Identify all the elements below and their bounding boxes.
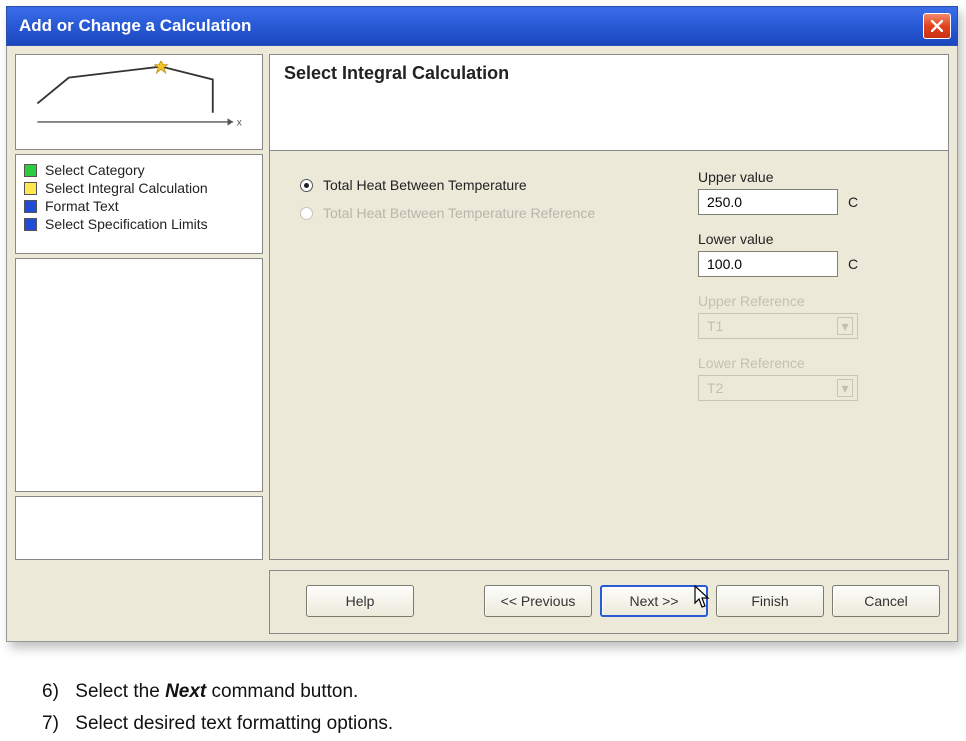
step-label: Format Text	[45, 198, 119, 214]
step-color-icon	[24, 200, 37, 213]
step-color-icon	[24, 164, 37, 177]
step-color-icon	[24, 218, 37, 231]
lower-reference-group: Lower Reference T2 ▾	[698, 355, 918, 401]
upper-value-input[interactable]	[698, 189, 838, 215]
lower-value-group: Lower value C	[698, 231, 918, 277]
step-select-category[interactable]: Select Category	[22, 161, 256, 179]
wizard-sidebar: x Select Category Select Integral	[15, 54, 263, 560]
lower-value-label: Lower value	[698, 231, 918, 247]
unit-label: C	[848, 194, 858, 210]
sidebar-spacer	[15, 258, 263, 492]
step-label: Select Specification Limits	[45, 216, 208, 232]
previous-button[interactable]: << Previous	[484, 585, 592, 617]
dialog-body: x Select Category Select Integral	[6, 46, 958, 642]
radio-label: Total Heat Between Temperature	[323, 177, 527, 193]
close-button[interactable]	[923, 13, 951, 39]
instruction-line: 6) Select the Next command button.	[42, 676, 966, 708]
instruction-number: 6)	[42, 676, 70, 708]
page-heading: Select Integral Calculation	[269, 54, 949, 150]
cancel-button[interactable]: Cancel	[832, 585, 940, 617]
step-spec-limits[interactable]: Select Specification Limits	[22, 215, 256, 233]
finish-button[interactable]: Finish	[716, 585, 824, 617]
wizard-content: Select Integral Calculation Total Heat B…	[269, 54, 949, 560]
instructions: 6) Select the Next command button. 7) Se…	[42, 676, 966, 741]
preview-graph: x	[15, 54, 263, 150]
upper-value-label: Upper value	[698, 169, 918, 185]
svg-text:x: x	[237, 118, 242, 129]
step-label: Select Category	[45, 162, 145, 178]
help-button[interactable]: Help	[306, 585, 414, 617]
titlebar: Add or Change a Calculation	[6, 6, 958, 46]
upper-reference-dropdown: T1 ▾	[698, 313, 858, 339]
page-title: Select Integral Calculation	[284, 63, 509, 83]
sidebar-description	[15, 496, 263, 560]
radio-icon	[300, 179, 313, 192]
dropdown-value: T1	[707, 318, 723, 334]
step-color-icon	[24, 182, 37, 195]
instruction-line: 7) Select desired text formatting option…	[42, 708, 966, 740]
button-bar: Help << Previous Next >> Finish Cancel	[269, 570, 949, 634]
upper-value-group: Upper value C	[698, 169, 918, 215]
value-fields: Upper value C Lower value C	[698, 169, 918, 417]
radio-icon	[300, 207, 313, 220]
upper-reference-label: Upper Reference	[698, 293, 918, 309]
step-format-text[interactable]: Format Text	[22, 197, 256, 215]
dropdown-value: T2	[707, 380, 723, 396]
form-area: Total Heat Between Temperature Total Hea…	[269, 150, 949, 560]
chevron-down-icon: ▾	[837, 317, 853, 335]
lower-reference-dropdown: T2 ▾	[698, 375, 858, 401]
lower-value-input[interactable]	[698, 251, 838, 277]
dialog: Add or Change a Calculation x	[6, 6, 958, 642]
close-icon	[931, 20, 943, 32]
upper-reference-group: Upper Reference T1 ▾	[698, 293, 918, 339]
instruction-number: 7)	[42, 708, 70, 740]
step-select-integral[interactable]: Select Integral Calculation	[22, 179, 256, 197]
radio-label: Total Heat Between Temperature Reference	[323, 205, 595, 221]
wizard-steps: Select Category Select Integral Calculat…	[15, 154, 263, 254]
next-button[interactable]: Next >>	[600, 585, 708, 617]
chevron-down-icon: ▾	[837, 379, 853, 397]
unit-label: C	[848, 256, 858, 272]
lower-reference-label: Lower Reference	[698, 355, 918, 371]
window-title: Add or Change a Calculation	[19, 16, 251, 36]
step-label: Select Integral Calculation	[45, 180, 208, 196]
